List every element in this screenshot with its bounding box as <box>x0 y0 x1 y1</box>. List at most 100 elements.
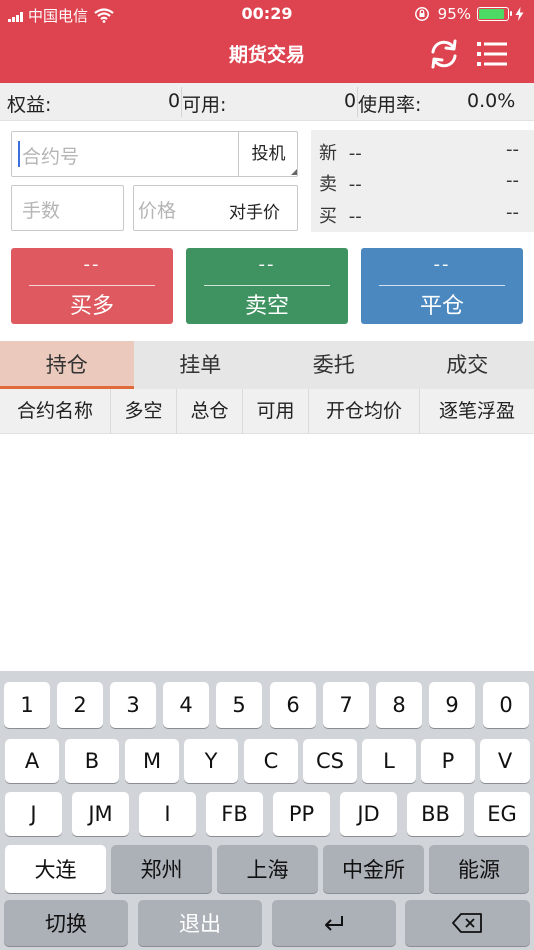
battery-icon <box>477 7 512 21</box>
account-summary-bar: 权益: 0 可用: 0 使用率: 0.0% <box>0 83 534 121</box>
col-contract-name: 合约名称 <box>0 389 111 434</box>
key-a[interactable]: A <box>5 739 59 783</box>
key-jm[interactable]: JM <box>72 792 129 836</box>
speculate-label: 投机 <box>251 144 286 164</box>
latest-change-value: -- <box>506 139 519 160</box>
usage-value: 0.0% <box>467 90 516 112</box>
key-label: 2 <box>73 693 87 717</box>
backspace-key[interactable] <box>405 900 530 946</box>
key-l[interactable]: L <box>362 739 416 783</box>
key-label: EG <box>487 802 517 826</box>
top-bar: 中国电信 00:29 95% 期货交易 <box>0 0 534 83</box>
key-8[interactable]: 8 <box>376 682 422 728</box>
key-5[interactable]: 5 <box>216 682 262 728</box>
text-caret <box>18 141 20 167</box>
latest-price-label: 新 <box>319 143 337 164</box>
exchange-dalian-key[interactable]: 大连 <box>5 845 106 893</box>
key-cs[interactable]: CS <box>303 739 357 783</box>
contract-placeholder: 合约号 <box>22 146 80 168</box>
bid-volume-value: -- <box>506 202 519 223</box>
exchange-cffex-key[interactable]: 中金所 <box>323 845 424 893</box>
tab-positions[interactable]: 持仓 <box>0 341 134 389</box>
key-label: L <box>383 749 395 773</box>
tab-pending-orders[interactable]: 挂单 <box>134 341 268 389</box>
key-label: 8 <box>392 693 406 717</box>
bid-price-label: 买 <box>319 206 337 227</box>
backspace-icon <box>451 913 482 933</box>
buy-long-button[interactable]: -- 买多 <box>11 248 173 324</box>
speculate-selector[interactable]: 投机 <box>238 132 298 176</box>
key-9[interactable]: 9 <box>429 682 475 728</box>
sell-price: -- <box>258 254 276 275</box>
key-label: 9 <box>445 693 459 717</box>
col-avg-open-price: 开仓均价 <box>309 389 420 434</box>
refresh-icon[interactable] <box>428 38 460 70</box>
close-position-button[interactable]: -- 平仓 <box>361 248 523 324</box>
tab-trades[interactable]: 成交 <box>401 341 534 389</box>
key-1[interactable]: 1 <box>4 682 50 728</box>
key-label: BB <box>421 802 450 826</box>
key-pp[interactable]: PP <box>273 792 330 836</box>
dropdown-corner-icon <box>291 169 297 175</box>
key-6[interactable]: 6 <box>270 682 316 728</box>
col-floating-pnl: 逐笔浮盈 <box>438 400 515 422</box>
key-v[interactable]: V <box>480 739 530 783</box>
buy-price: -- <box>83 254 101 275</box>
equity-value: 0 <box>168 90 181 112</box>
key-label: 能源 <box>458 858 500 882</box>
custom-keyboard: 1 2 3 4 5 6 7 8 9 0 A B M Y C CS L P V J… <box>0 671 534 950</box>
key-i[interactable]: I <box>139 792 196 836</box>
key-7[interactable]: 7 <box>323 682 369 728</box>
key-0[interactable]: 0 <box>483 682 529 728</box>
key-label: P <box>441 749 455 773</box>
key-y[interactable]: Y <box>184 739 238 783</box>
status-bar: 中国电信 00:29 95% <box>0 0 534 28</box>
lots-input[interactable]: 手数 <box>11 185 124 231</box>
key-label: 5 <box>232 693 246 717</box>
col-available: 可用 <box>243 389 309 434</box>
key-label: C <box>263 749 279 773</box>
key-c[interactable]: C <box>244 739 298 783</box>
exchange-zhengzhou-key[interactable]: 郑州 <box>111 845 212 893</box>
key-4[interactable]: 4 <box>163 682 209 728</box>
quote-panel: 新 -- -- 卖 -- -- 买 -- -- <box>311 130 534 232</box>
key-m[interactable]: M <box>125 739 179 783</box>
key-label: Y <box>204 749 218 773</box>
lots-placeholder: 手数 <box>22 200 61 222</box>
price-input[interactable]: 价格 对手价 <box>133 185 298 231</box>
key-2[interactable]: 2 <box>57 682 103 728</box>
switch-keyboard-key[interactable]: 切换 <box>4 900 128 946</box>
key-label: 大连 <box>34 858 77 882</box>
key-j[interactable]: J <box>5 792 62 836</box>
key-label: A <box>24 749 40 773</box>
equity-label: 权益: <box>7 94 52 116</box>
tab-orders[interactable]: 委托 <box>267 341 401 389</box>
col-direction: 多空 <box>111 389 177 434</box>
counterparty-price-button[interactable]: 对手价 <box>229 198 280 223</box>
menu-list-icon[interactable] <box>476 40 508 68</box>
buy-long-label: 买多 <box>69 294 114 319</box>
key-label: JD <box>357 802 380 826</box>
sell-short-button[interactable]: -- 卖空 <box>186 248 348 324</box>
exchange-shanghai-key[interactable]: 上海 <box>217 845 318 893</box>
exit-keyboard-key[interactable]: 退出 <box>138 900 262 946</box>
key-label: JM <box>88 802 113 826</box>
key-b[interactable]: B <box>65 739 119 783</box>
close-position-label: 平仓 <box>419 294 464 319</box>
close-price: -- <box>433 254 451 275</box>
exchange-ine-key[interactable]: 能源 <box>429 845 529 893</box>
key-bb[interactable]: BB <box>407 792 464 836</box>
key-jd[interactable]: JD <box>340 792 397 836</box>
sell-short-label: 卖空 <box>244 294 289 319</box>
key-label: I <box>164 802 171 826</box>
contract-input[interactable]: 合约号 投机 <box>11 131 298 177</box>
enter-key[interactable] <box>272 900 396 946</box>
col-total-position: 总仓 <box>177 389 243 434</box>
available-label: 可用: <box>182 94 227 116</box>
key-3[interactable]: 3 <box>110 682 156 728</box>
price-placeholder: 价格 <box>138 200 177 222</box>
key-fb[interactable]: FB <box>206 792 263 836</box>
key-p[interactable]: P <box>421 739 475 783</box>
usage-label: 使用率: <box>358 94 422 116</box>
key-eg[interactable]: EG <box>474 792 530 836</box>
